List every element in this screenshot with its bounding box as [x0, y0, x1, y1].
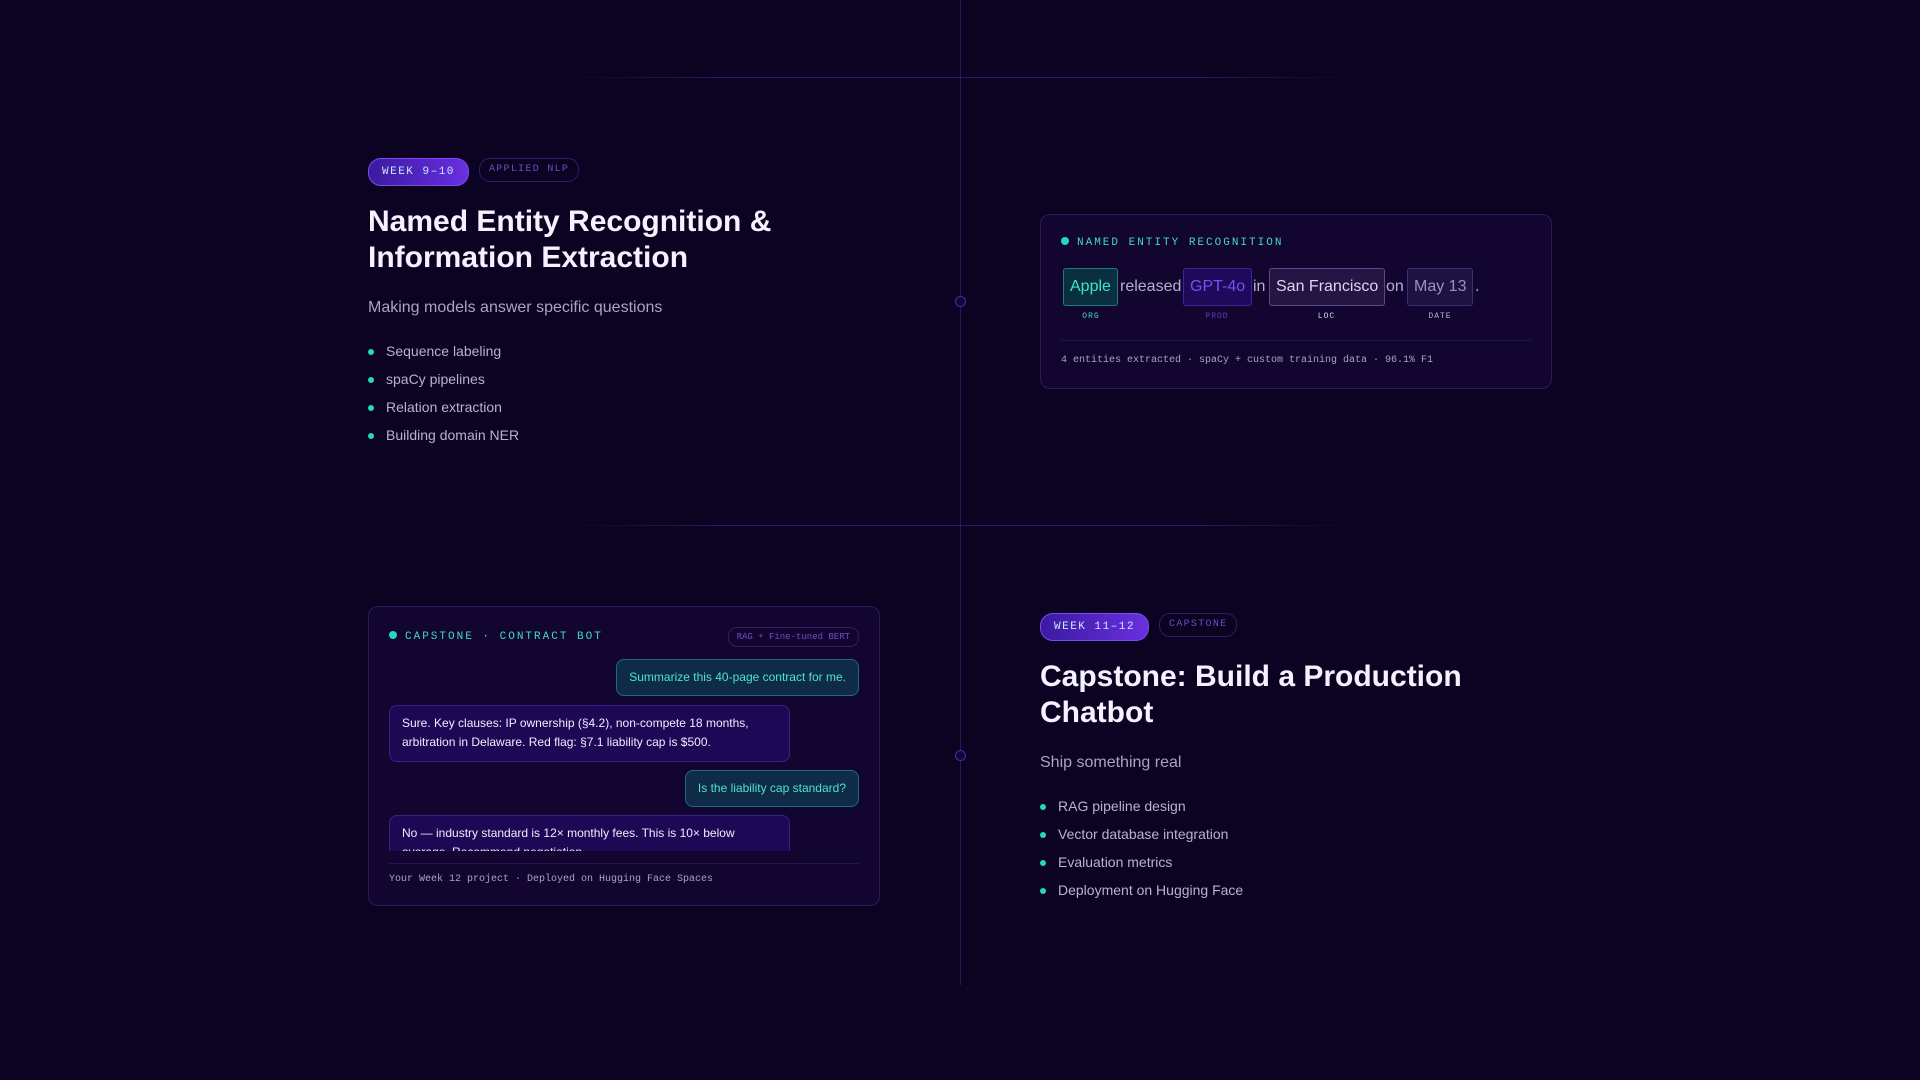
list-item: Sequence labeling [368, 337, 519, 365]
token: in [1253, 278, 1266, 295]
list-item: Building domain NER [368, 421, 519, 449]
list-item: RAG pipeline design [1040, 792, 1243, 820]
chatbot-demo-card: CAPSTONE · CONTRACT BOT RAG + Fine-tuned… [368, 606, 880, 906]
entity-location: San Francisco [1269, 268, 1386, 306]
topic-list: RAG pipeline design Vector database inte… [1040, 792, 1243, 904]
entity-product: GPT-4o [1183, 268, 1253, 306]
week-badge: WEEK 9–10 [368, 158, 469, 187]
list-item: Vector database integration [1040, 820, 1243, 848]
token: released [1120, 278, 1182, 295]
section-subtitle: Ship something real [1040, 754, 1182, 771]
status-dot-icon [1061, 237, 1069, 245]
week-badge: WEEK 11–12 [1040, 613, 1150, 642]
divider-top [560, 77, 1360, 78]
bullet-icon [1040, 804, 1046, 810]
list-item: Deployment on Hugging Face [1040, 876, 1243, 904]
topic-list: Sequence labeling spaCy pipelines Relati… [368, 337, 519, 449]
token: on [1386, 278, 1404, 295]
bullet-icon [368, 377, 374, 383]
entity-label-org: ORG [1082, 312, 1100, 321]
section-title: Named Entity Recognition & Information E… [368, 204, 888, 276]
timeline-node-2 [955, 750, 966, 761]
user-message: Is the liability cap standard? [684, 770, 859, 807]
bot-message: No — industry standard is 12× monthly fe… [389, 815, 790, 851]
card-divider [389, 863, 859, 864]
bot-message: Sure. Key clauses: IP ownership (§4.2), … [389, 705, 790, 762]
card-header: NAMED ENTITY RECOGNITION [1061, 237, 1283, 249]
category-tag: APPLIED NLP [478, 158, 580, 182]
ner-demo-card: NAMED ENTITY RECOGNITION Apple released … [1040, 214, 1552, 389]
section-subtitle: Making models answer specific questions [368, 299, 663, 316]
section-ner-header: WEEK 9–10 APPLIED NLP [368, 158, 580, 187]
user-message: Summarize this 40-page contract for me. [616, 659, 859, 696]
divider-middle [560, 525, 1360, 526]
list-item: spaCy pipelines [368, 365, 519, 393]
card-footer: Your Week 12 project · Deployed on Huggi… [389, 874, 714, 885]
category-tag: CAPSTONE [1159, 613, 1238, 637]
entity-label-loc: LOC [1317, 312, 1336, 321]
chat-messages: Summarize this 40-page contract for me. … [369, 607, 879, 851]
entity-org: Apple [1063, 268, 1118, 306]
card-divider [1061, 340, 1531, 341]
title-line: Capstone: Build a Production [1040, 660, 1462, 693]
token: . [1475, 278, 1480, 295]
entity-date: May 13 [1407, 268, 1474, 306]
bullet-icon [1040, 832, 1046, 838]
card-footer: 4 entities extracted · spaCy + custom tr… [1061, 355, 1434, 366]
bullet-icon [1040, 888, 1046, 894]
section-title: Capstone: Build a Production Chatbot [1040, 659, 1560, 731]
list-item: Evaluation metrics [1040, 848, 1243, 876]
title-line: Information Extraction [368, 241, 689, 274]
entity-label-date: DATE [1428, 312, 1452, 321]
bullet-icon [368, 405, 374, 411]
title-line: Named Entity Recognition & [368, 205, 772, 238]
timeline-node-1 [955, 296, 966, 307]
bullet-icon [368, 433, 374, 439]
list-item: Relation extraction [368, 393, 519, 421]
timeline-line [960, 0, 961, 985]
bullet-icon [368, 349, 374, 355]
entity-label-prod: PROD [1205, 312, 1229, 321]
section-capstone-header: WEEK 11–12 CAPSTONE [1040, 613, 1238, 642]
bullet-icon [1040, 860, 1046, 866]
title-line: Chatbot [1040, 696, 1154, 729]
